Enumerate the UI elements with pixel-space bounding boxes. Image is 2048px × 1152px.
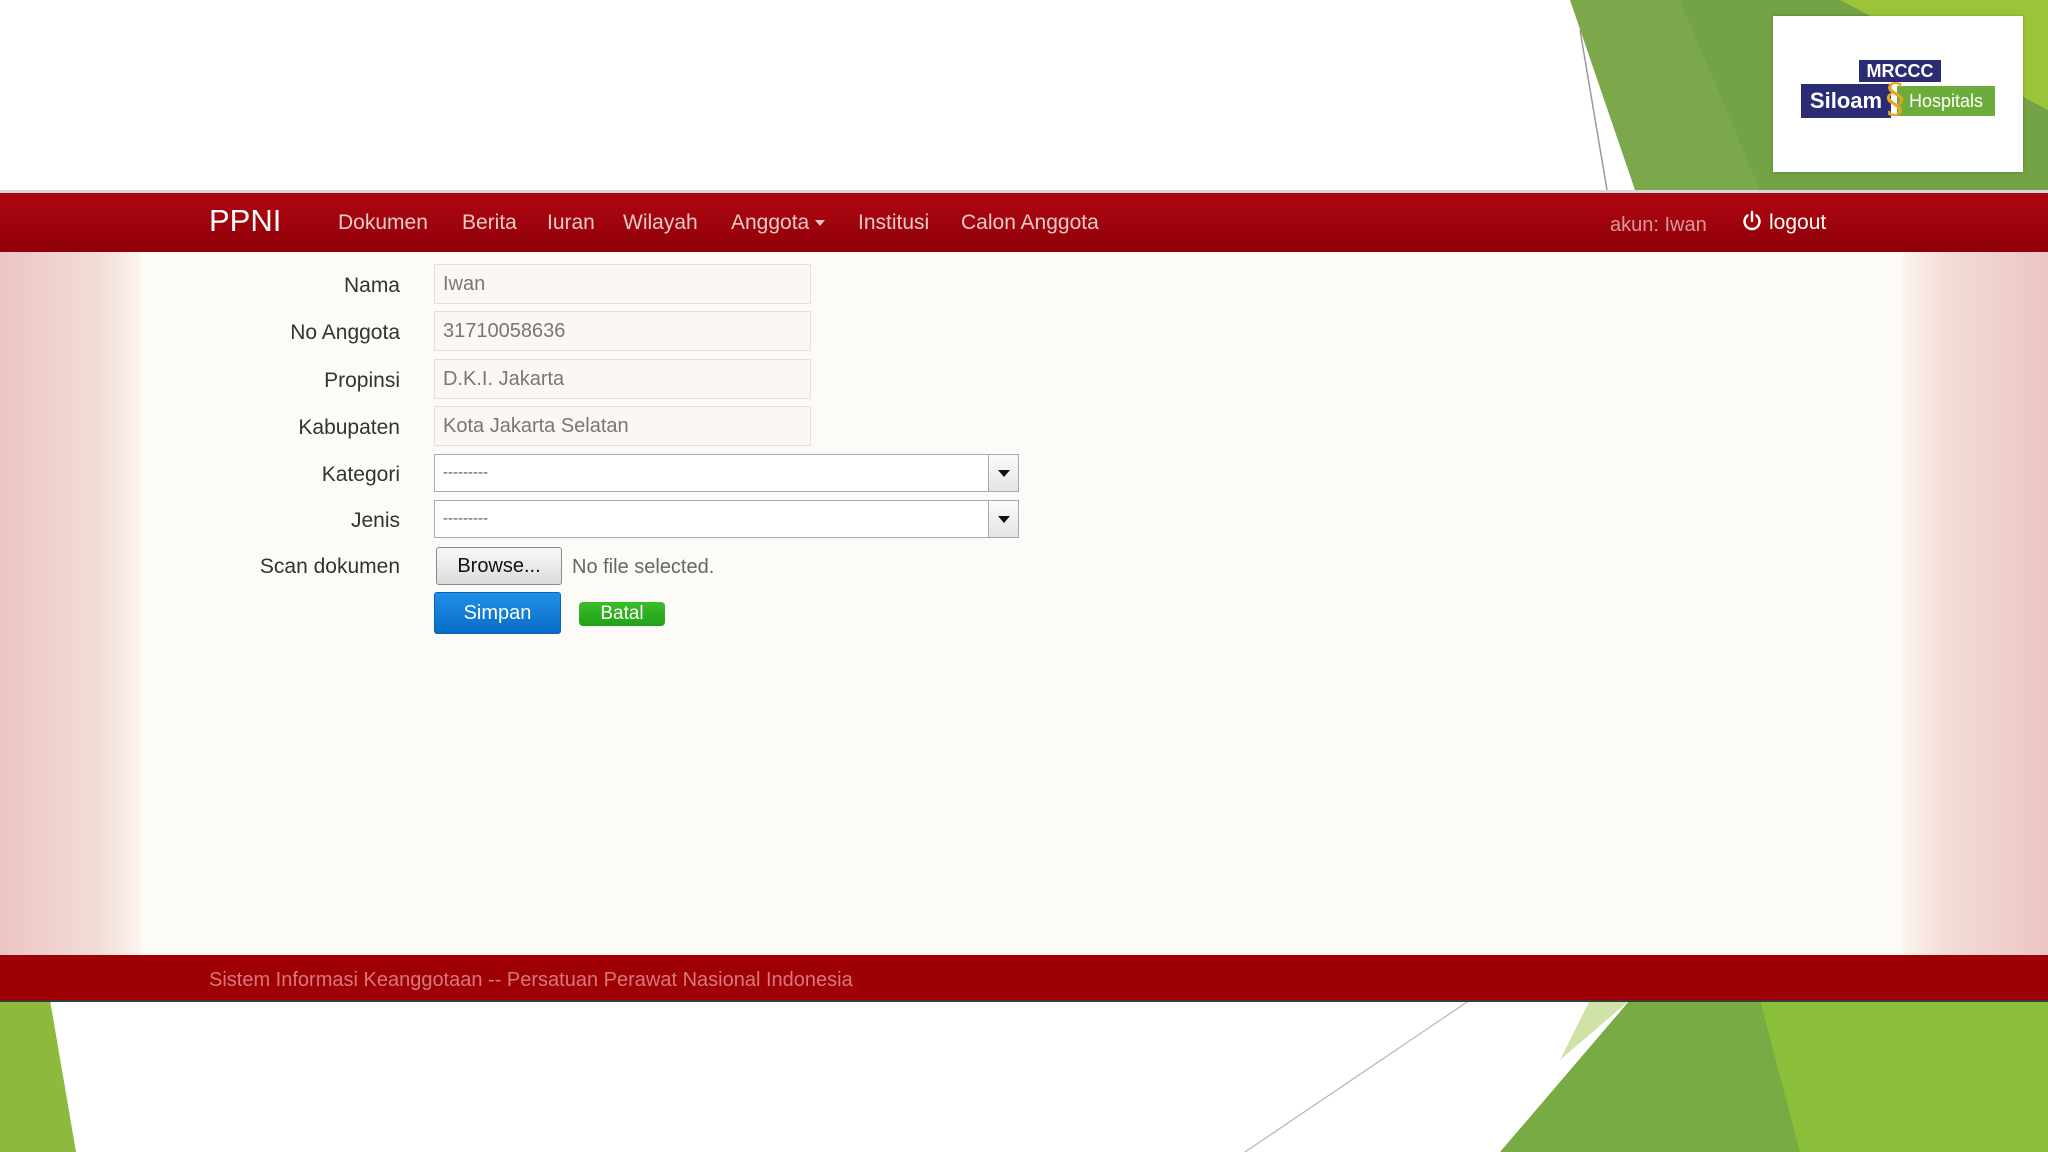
propinsi-label: Propinsi	[324, 369, 400, 392]
footer-text: Sistem Informasi Keanggotaan -- Persatua…	[209, 969, 853, 991]
top-navbar: PPNI Dokumen Berita Iuran Wilayah Anggot…	[0, 190, 2048, 252]
nav-wilayah[interactable]: Wilayah	[623, 209, 698, 237]
no-anggota-field[interactable]: 31710058636	[434, 311, 811, 351]
slide-decoration-bottom	[0, 1000, 2048, 1152]
account-label: akun: Iwan	[1610, 214, 1707, 236]
scan-dokumen-label: Scan dokumen	[259, 555, 400, 578]
nav-dokumen[interactable]: Dokumen	[338, 209, 428, 237]
nama-field[interactable]: Iwan	[434, 264, 811, 304]
jenis-label: Jenis	[350, 509, 400, 532]
app-window: PPNI Dokumen Berita Iuran Wilayah Anggot…	[0, 190, 2048, 1002]
nav-iuran[interactable]: Iuran	[547, 209, 595, 237]
left-gutter	[0, 190, 140, 955]
browse-button[interactable]: Browse...	[436, 547, 562, 585]
chevron-down-icon[interactable]	[988, 501, 1018, 537]
chevron-down-icon[interactable]	[988, 455, 1018, 491]
jenis-select[interactable]: ---------	[434, 500, 1019, 538]
kabupaten-label: Kabupaten	[298, 416, 400, 439]
kategori-select[interactable]: ---------	[434, 454, 1019, 492]
power-icon	[1743, 210, 1761, 231]
footer-bar: Sistem Informasi Keanggotaan -- Persatua…	[0, 955, 2048, 1002]
logo-siloam-text: Siloam	[1801, 84, 1891, 118]
slide-decoration-top	[1570, 0, 2048, 191]
logo-mark-icon: §	[1885, 76, 1905, 122]
right-gutter	[1903, 190, 2048, 955]
simpan-button[interactable]: Simpan	[434, 592, 561, 634]
kategori-label: Kategori	[321, 463, 400, 486]
chevron-down-icon	[815, 220, 826, 227]
logout-link[interactable]: logout	[1741, 209, 1826, 237]
brand-link[interactable]: PPNI	[209, 201, 281, 241]
nav-institusi[interactable]: Institusi	[858, 209, 929, 237]
nav-anggota-label: Anggota	[731, 211, 810, 234]
kabupaten-field[interactable]: Kota Jakarta Selatan	[434, 406, 811, 446]
nama-label: Nama	[343, 274, 400, 297]
kategori-selected-value: ---------	[443, 464, 488, 481]
siloam-logo: MRCCC Siloam Hospitals §	[1773, 16, 2023, 172]
nav-berita[interactable]: Berita	[462, 209, 517, 237]
propinsi-field[interactable]: D.K.I. Jakarta	[434, 359, 811, 399]
logo-hospitals-text: Hospitals	[1897, 86, 1995, 116]
batal-button[interactable]: Batal	[579, 602, 665, 626]
no-file-text: No file selected.	[572, 556, 715, 578]
no-anggota-label: No Anggota	[290, 321, 400, 344]
nav-anggota-dropdown[interactable]: Anggota	[731, 209, 826, 237]
nav-calon-anggota[interactable]: Calon Anggota	[961, 209, 1099, 237]
logout-label: logout	[1769, 211, 1827, 234]
jenis-selected-value: ---------	[443, 510, 488, 527]
